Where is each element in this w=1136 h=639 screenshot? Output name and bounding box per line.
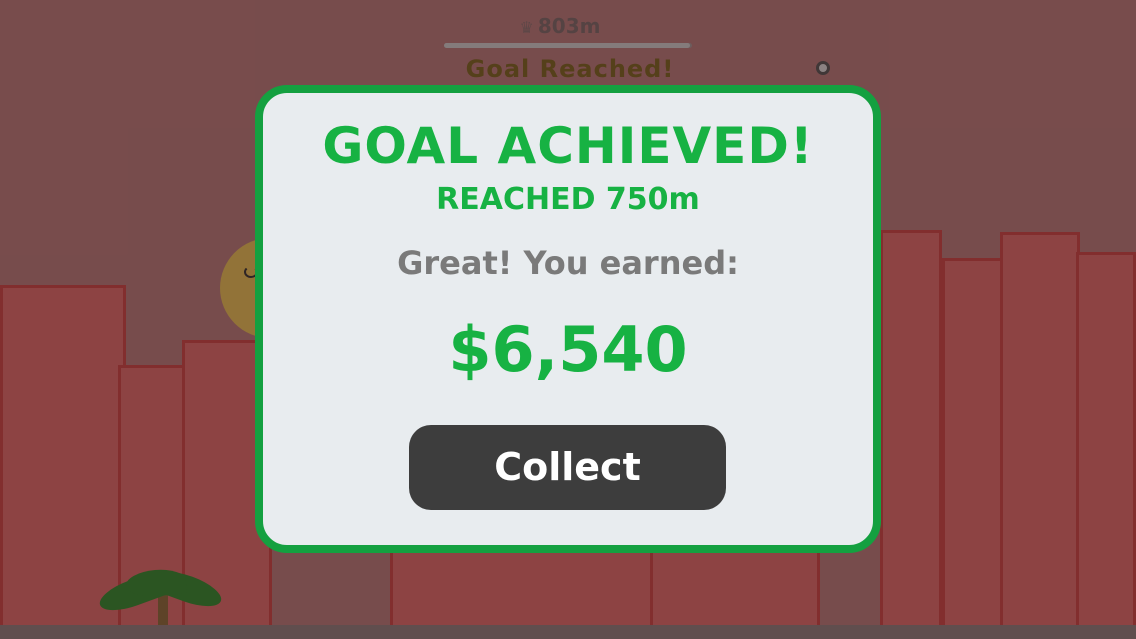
dialog-title: GOAL ACHIEVED!: [322, 117, 814, 175]
collect-button[interactable]: Collect: [409, 425, 726, 510]
goal-achieved-dialog: GOAL ACHIEVED! REACHED 750m Great! You e…: [255, 85, 881, 553]
earned-label: Great! You earned:: [397, 244, 739, 282]
earned-amount: $6,540: [448, 313, 688, 386]
dialog-subtitle: REACHED 750m: [436, 182, 700, 217]
